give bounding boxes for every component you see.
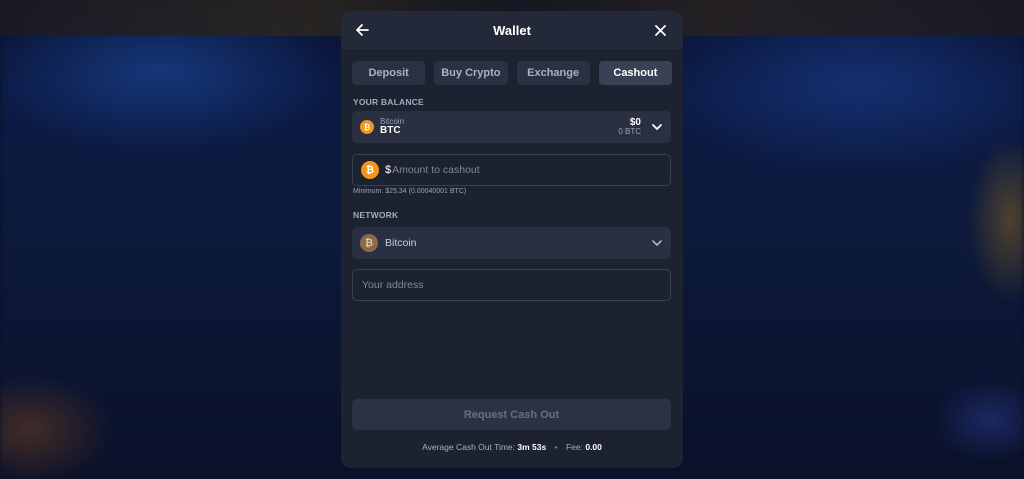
close-button[interactable] — [651, 21, 669, 39]
balance-coin-names: Bitcoin BTC — [380, 117, 404, 137]
arrow-left-icon — [356, 24, 369, 36]
bitcoin-icon: ₿ — [360, 120, 374, 134]
balance-coin-symbol: BTC — [380, 124, 401, 136]
avg-time-value: 3m 53s — [517, 442, 547, 452]
bitcoin-icon: ₿ — [361, 161, 379, 179]
network-select[interactable]: ₿ Bitcoin — [352, 227, 671, 259]
cashout-info: Average Cash Out Time: 3m 53s • Fee: 0.0… — [341, 442, 683, 452]
balance-crypto-value: 0 BTC — [618, 127, 641, 137]
bitcoin-icon: ₿ — [360, 234, 378, 252]
modal-header: Wallet — [341, 11, 683, 49]
currency-symbol: $ — [385, 164, 392, 176]
fee-label: Fee: — [565, 442, 586, 452]
chevron-down-icon[interactable] — [651, 121, 663, 133]
tab-cashout[interactable]: Cashout — [598, 61, 672, 85]
balance-amounts: $0 0 BTC — [618, 117, 641, 137]
amount-input[interactable] — [392, 164, 662, 176]
address-input[interactable] — [362, 279, 661, 291]
balance-currency-select[interactable]: ₿ Bitcoin BTC $0 0 BTC — [352, 111, 671, 143]
minimum-note: Minimum: $25.34 (0.00040001 BTC) — [353, 188, 467, 195]
network-section-label: NETWORK — [353, 210, 399, 220]
chevron-down-icon — [651, 237, 663, 249]
address-field[interactable] — [352, 269, 671, 301]
tab-buy-crypto[interactable]: Buy Crypto — [434, 61, 508, 85]
request-cash-out-button[interactable]: Request Cash Out — [352, 399, 671, 430]
tab-exchange[interactable]: Exchange — [516, 61, 590, 85]
back-button[interactable] — [353, 21, 371, 39]
modal-title: Wallet — [493, 22, 531, 38]
close-icon — [654, 24, 666, 36]
wallet-tabs: Deposit Buy Crypto Exchange Cashout — [341, 49, 683, 85]
amount-field[interactable]: ₿ $ — [352, 154, 671, 186]
wallet-modal: Wallet Deposit Buy Crypto Exchange Casho… — [341, 11, 683, 468]
separator-dot: • — [554, 442, 558, 452]
avg-time-label: Average Cash Out Time: — [422, 442, 518, 452]
balance-section-label: YOUR BALANCE — [353, 97, 424, 107]
tab-deposit[interactable]: Deposit — [352, 61, 426, 85]
network-selected-label: Bitcoin — [385, 237, 417, 249]
fee-value: 0.00 — [585, 442, 602, 452]
